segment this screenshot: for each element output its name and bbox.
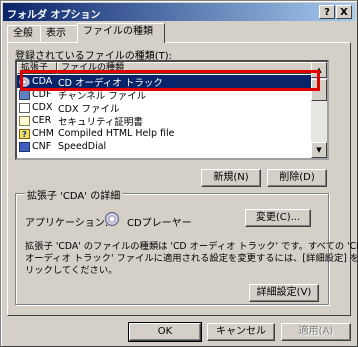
apply-button: 適用(A): [281, 323, 351, 341]
column-file-type[interactable]: ファイルの種類: [57, 62, 313, 74]
list-scrollbar[interactable]: ▲ ▼: [311, 62, 327, 158]
ok-button[interactable]: OK: [128, 322, 202, 342]
close-button[interactable]: X: [336, 5, 352, 19]
list-row-cdf[interactable]: CDF チャンネル ファイル: [17, 88, 313, 102]
row-type-name: セキュリティ証明書: [58, 116, 143, 128]
folder-options-window: フォルダ オプション ? X 全般 表示 ファイルの種類 登録されているファイル…: [0, 0, 358, 347]
scroll-down-button[interactable]: ▼: [311, 142, 327, 158]
list-row-cnf[interactable]: CNF SpeedDial: [17, 140, 313, 153]
window-title: フォルダ オプション: [7, 10, 101, 21]
help-button[interactable]: ?: [319, 5, 335, 19]
file-icon: [19, 102, 30, 113]
help-file-icon: ?: [19, 128, 30, 139]
cancel-button[interactable]: キャンセル: [207, 323, 275, 341]
list-row-chm[interactable]: ? CHM Compiled HTML Help file: [17, 127, 313, 140]
channel-file-icon: [19, 89, 30, 100]
details-group-title: 拡張子 'CDA' の詳細: [25, 187, 123, 202]
row-extension: CDA: [32, 76, 53, 87]
row-type-name: Compiled HTML Help file: [58, 128, 175, 139]
row-type-name: CDX ファイル: [58, 103, 120, 115]
speeddial-icon: [19, 141, 30, 152]
row-extension: CNF: [32, 141, 52, 152]
tab-file-types[interactable]: ファイルの種類: [77, 23, 165, 43]
row-type-name: チャンネル ファイル: [58, 90, 147, 102]
advanced-button[interactable]: 詳細設定(V): [249, 284, 319, 302]
cd-icon: [19, 76, 30, 87]
new-button[interactable]: 新規(N): [201, 169, 261, 187]
list-row-cdx[interactable]: CDX CDX ファイル: [17, 101, 313, 115]
cd-player-icon: [105, 212, 119, 226]
certificate-icon: [19, 115, 30, 126]
row-extension: CER: [32, 115, 52, 126]
description-line-3: リックしてください。: [25, 265, 118, 276]
change-button[interactable]: 変更(C)...: [245, 209, 311, 227]
list-header: 拡張子 ファイルの種類: [17, 62, 313, 74]
scroll-up-button[interactable]: ▲: [311, 62, 327, 78]
application-name: CDプレーヤー: [127, 218, 192, 229]
scroll-thumb[interactable]: [311, 79, 327, 101]
row-extension: CDF: [32, 89, 52, 100]
column-extension[interactable]: 拡張子: [17, 62, 57, 74]
file-types-list[interactable]: 拡張子 ファイルの種類 CDA CD オーディオ トラック CDF チャンネル …: [15, 60, 329, 160]
title-bar: フォルダ オプション ? X: [3, 3, 355, 21]
row-type-name: SpeedDial: [58, 141, 107, 152]
tab-general[interactable]: 全般: [7, 25, 41, 42]
row-extension: CDX: [32, 102, 53, 113]
apply-label: 適用(A): [298, 326, 334, 337]
application-label: アプリケーション:: [25, 218, 109, 229]
tab-view[interactable]: 表示: [40, 25, 78, 42]
row-type-name: CD オーディオ トラック: [58, 77, 163, 89]
list-row-cda[interactable]: CDA CD オーディオ トラック: [17, 75, 313, 89]
delete-button[interactable]: 削除(D): [267, 169, 327, 187]
row-extension: CHM: [32, 128, 54, 139]
list-row-cer[interactable]: CER セキュリティ証明書: [17, 114, 313, 128]
